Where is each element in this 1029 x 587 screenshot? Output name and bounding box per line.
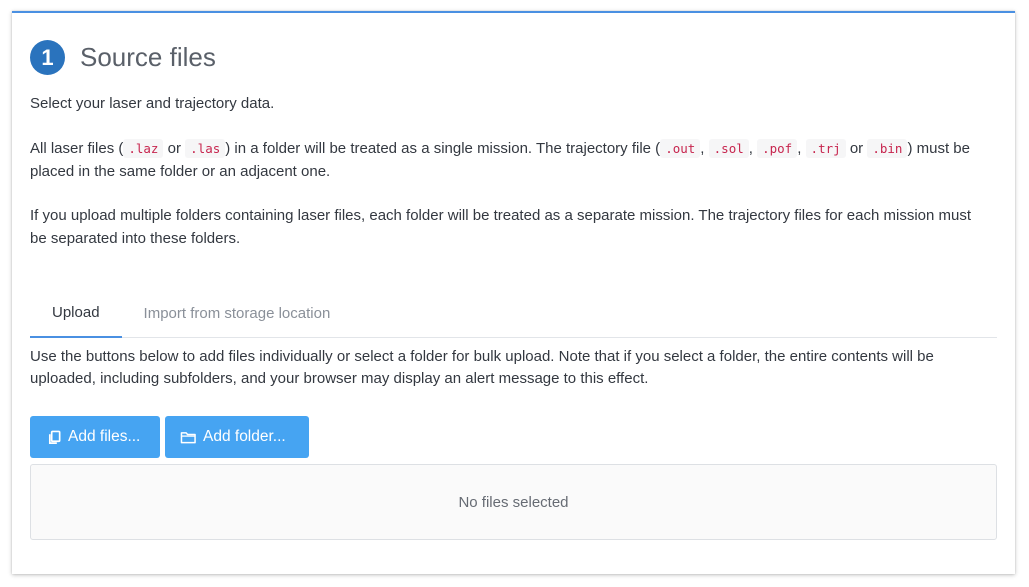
page-title: Source files — [80, 42, 216, 72]
step-number-badge: 1 — [30, 40, 65, 75]
add-files-button[interactable]: Add files... — [30, 416, 160, 458]
ext-sol: .sol — [708, 139, 749, 158]
text-fragment: , — [797, 140, 806, 157]
multiple-folders-description: If you upload multiple folders containin… — [30, 207, 972, 247]
copy-files-icon — [47, 430, 62, 445]
add-files-label: Add files... — [68, 428, 141, 445]
add-folder-label: Add folder... — [203, 428, 286, 445]
section-header: 1 Source files — [30, 40, 216, 75]
text-fragment: All laser files ( — [30, 140, 124, 157]
source-files-card: 1 Source files Select your laser and tra… — [12, 11, 1015, 574]
tab-upload[interactable]: Upload — [30, 290, 122, 338]
ext-pof: .pof — [757, 139, 798, 158]
ext-laz: .laz — [123, 139, 164, 158]
text-fragment: , — [748, 140, 758, 157]
text-fragment: ) in a folder will be treated as a singl… — [225, 140, 661, 157]
text-fragment: , — [700, 140, 709, 157]
ext-bin: .bin — [867, 139, 908, 158]
upload-description: Use the buttons below to add files indiv… — [30, 348, 934, 387]
add-folder-button[interactable]: Add folder... — [165, 416, 309, 458]
folder-icon — [180, 430, 197, 445]
ext-out: .out — [660, 139, 701, 158]
intro-text: Select your laser and trajectory data. — [30, 95, 275, 112]
ext-las: .las — [185, 139, 226, 158]
text-fragment: or — [163, 140, 186, 157]
source-tabs: Upload Import from storage location — [30, 290, 997, 338]
tab-import-from-storage[interactable]: Import from storage location — [122, 290, 353, 337]
file-list-dropzone[interactable]: No files selected — [30, 464, 997, 540]
text-fragment: or — [845, 140, 868, 157]
laser-files-description: All laser files (.laz or .las) in a fold… — [30, 137, 990, 183]
ext-trj: .trj — [805, 139, 846, 158]
empty-state-text: No files selected — [458, 493, 569, 511]
